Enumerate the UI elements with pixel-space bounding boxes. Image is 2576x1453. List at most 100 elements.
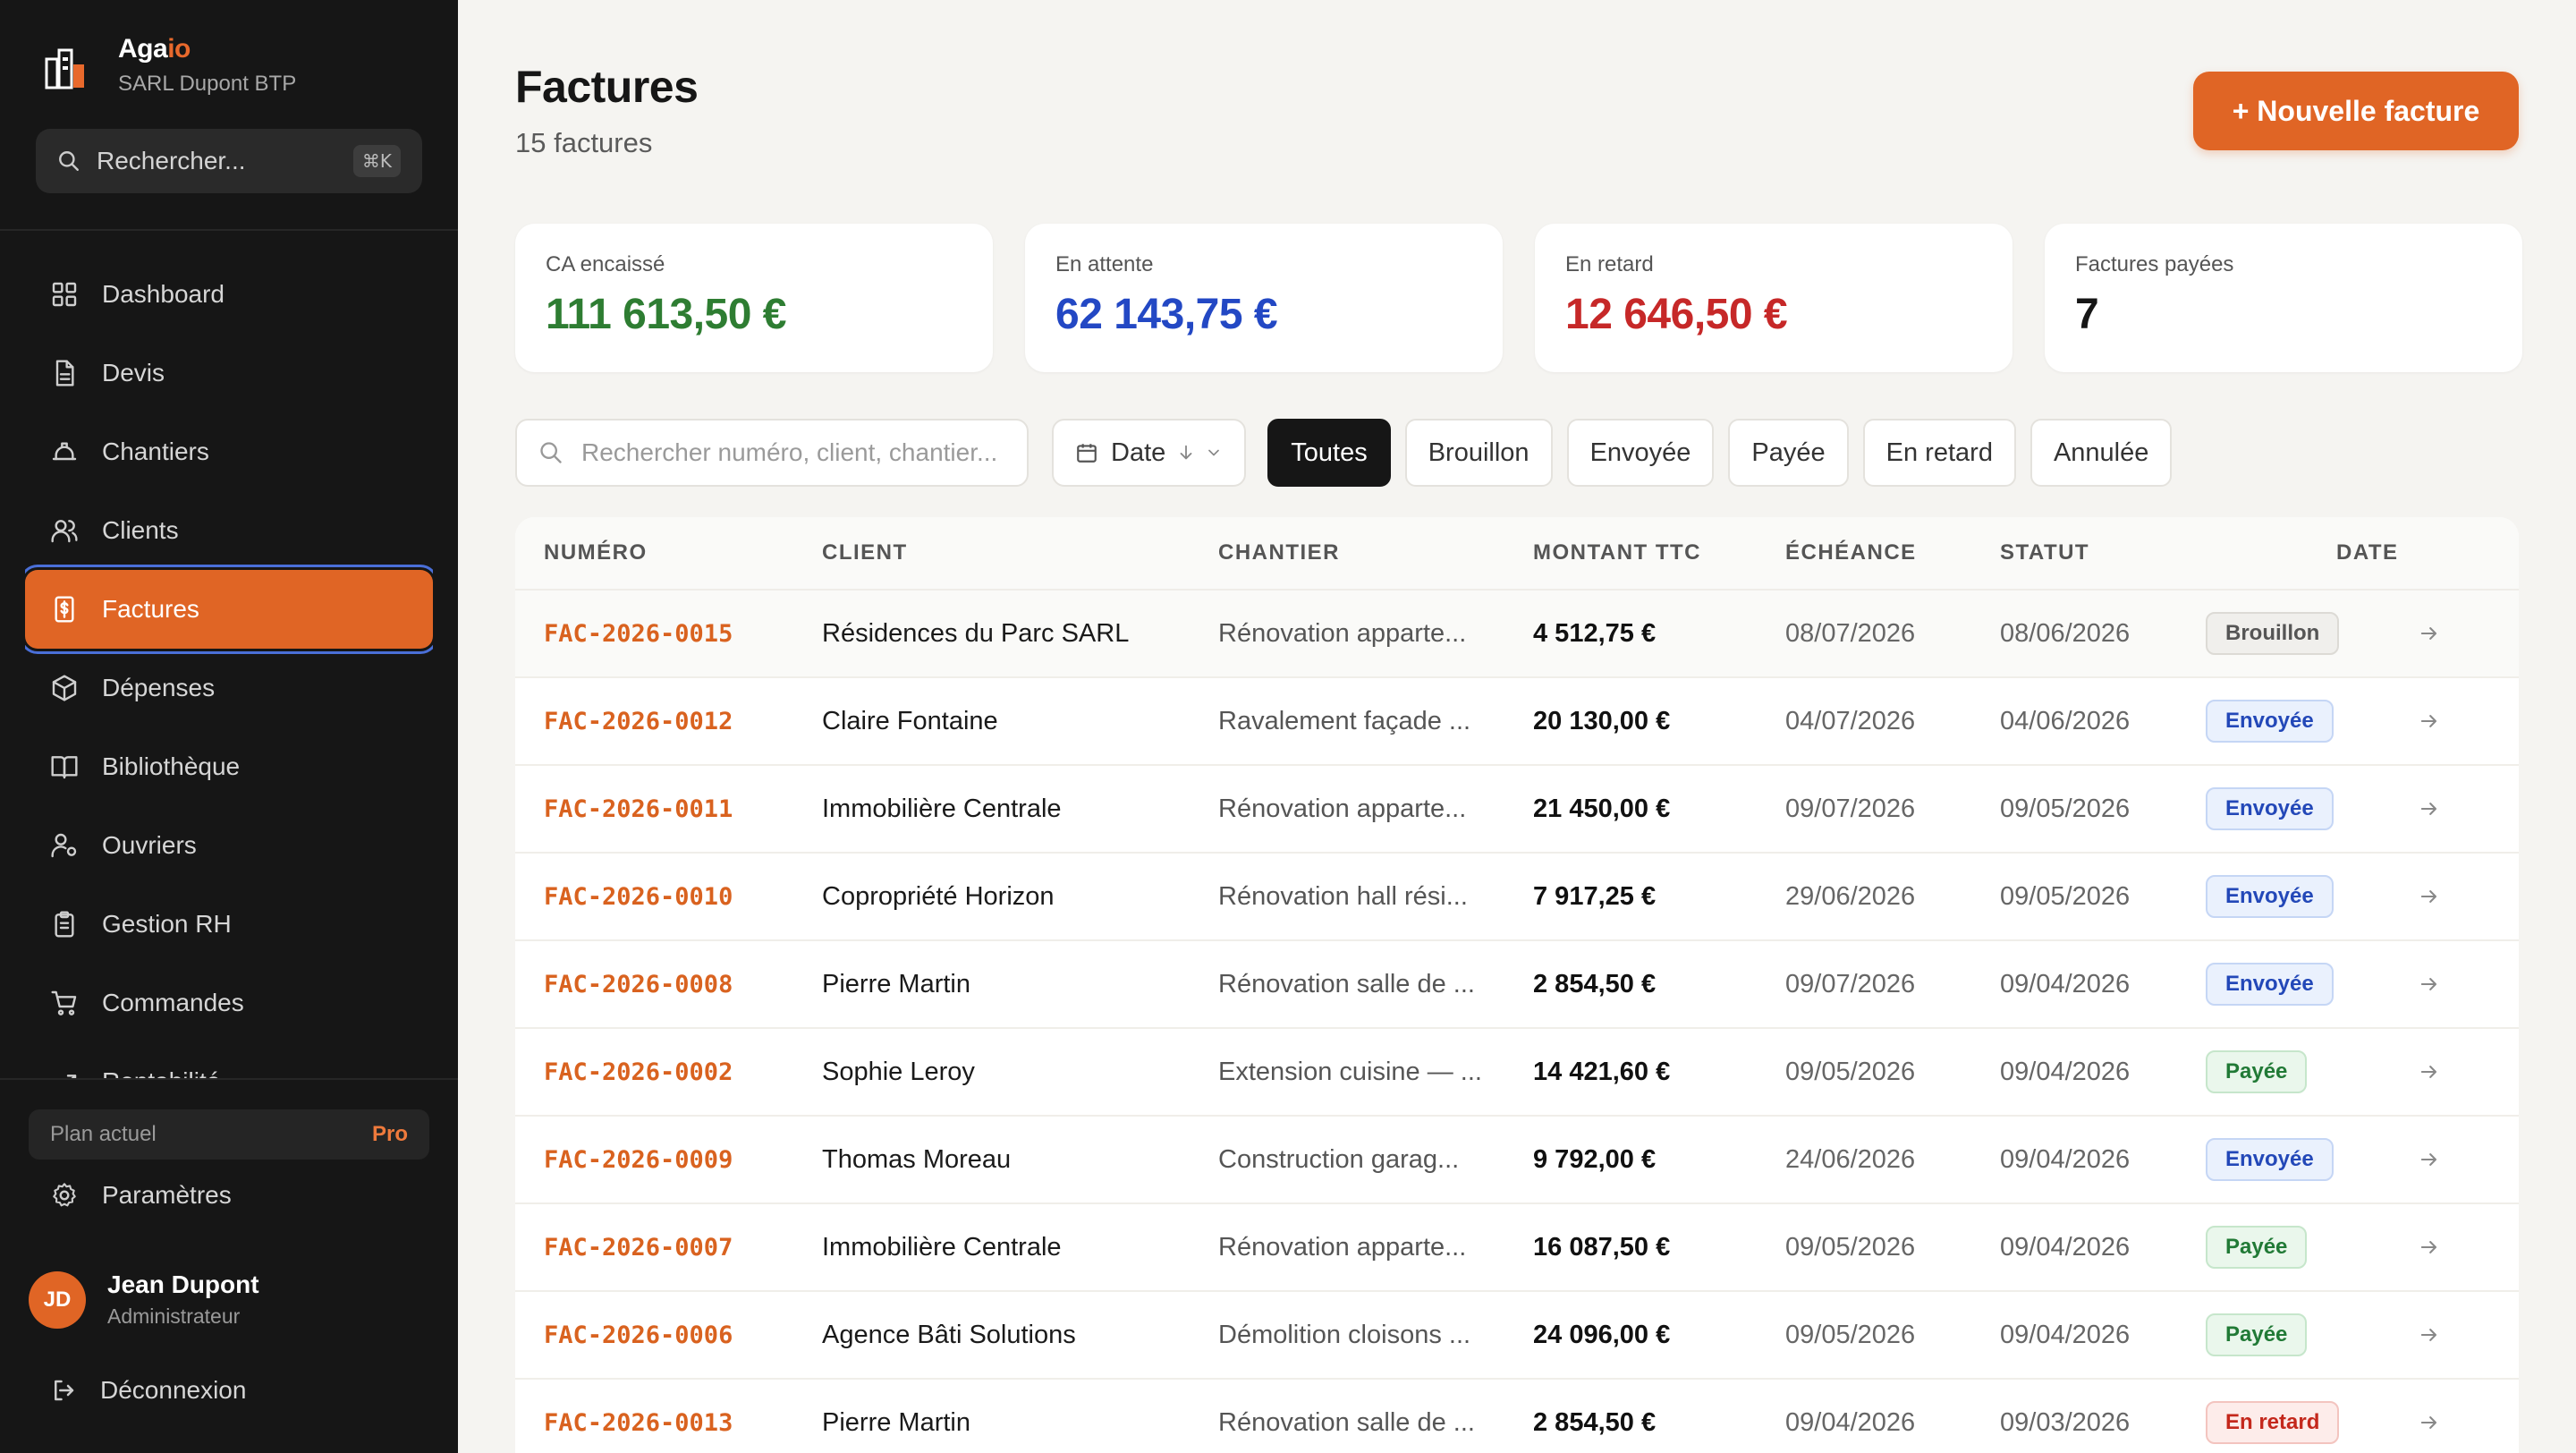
table-row[interactable]: FAC-2026-0009 Thomas Moreau Construction g… xyxy=(515,1117,2519,1204)
sidebar-item-label: Commandes xyxy=(102,989,244,1016)
arrow-right-icon xyxy=(2420,890,2437,903)
table-body: FAC-2026-0015 Résidences du Parc SARL Réno… xyxy=(515,591,2519,1453)
brand[interactable]: Agaio SARL Dupont BTP xyxy=(43,34,296,97)
chantier-name: Construction garag... xyxy=(1218,1144,1460,1174)
column-header[interactable]: MONTANT TTC xyxy=(1533,540,1701,565)
arrow-right-icon xyxy=(2420,715,2437,727)
invoice-date: 09/05/2026 xyxy=(2000,794,2131,823)
sidebar-item-clients[interactable]: Clients xyxy=(25,491,433,570)
table-row[interactable]: FAC-2026-0007 Immobilière Centrale Rénovat… xyxy=(515,1204,2519,1292)
table-row[interactable]: FAC-2026-0015 Résidences du Parc SARL Réno… xyxy=(515,591,2519,678)
divider xyxy=(0,229,458,231)
sidebar-item-rentabilit-[interactable]: Rentabilité xyxy=(25,1042,433,1078)
chantier-name: Rénovation hall rési... xyxy=(1218,881,1468,911)
invoice-search[interactable] xyxy=(515,419,1029,487)
column-header[interactable]: NUMÉRO xyxy=(544,540,648,565)
row-open-button[interactable] xyxy=(2417,1117,2442,1202)
sidebar-item-chantiers[interactable]: Chantiers xyxy=(25,412,433,491)
column-header[interactable]: DATE xyxy=(2336,540,2399,565)
invoice-number[interactable]: FAC-2026-0002 xyxy=(544,1029,733,1115)
invoice-number[interactable]: FAC-2026-0015 xyxy=(544,591,733,676)
table-row[interactable]: FAC-2026-0002 Sophie Leroy Extension cuisi… xyxy=(515,1029,2519,1117)
row-open-button[interactable] xyxy=(2417,1292,2442,1378)
filter-chip[interactable]: Toutes xyxy=(1267,419,1391,487)
amount-ttc: 20 130,00 € xyxy=(1533,706,1671,735)
invoice-number[interactable]: FAC-2026-0007 xyxy=(544,1204,733,1290)
row-open-button[interactable] xyxy=(2417,1380,2442,1453)
user-profile[interactable]: JD Jean Dupont Administrateur xyxy=(29,1270,259,1329)
table-row[interactable]: FAC-2026-0013 Pierre Martin Rénovation sal… xyxy=(515,1380,2519,1453)
sidebar-item-commandes[interactable]: Commandes xyxy=(25,964,433,1042)
sidebar-item-devis[interactable]: Devis xyxy=(25,334,433,412)
client-name: Pierre Martin xyxy=(822,969,970,998)
invoice-number[interactable]: FAC-2026-0013 xyxy=(544,1380,733,1453)
new-invoice-button[interactable]: + Nouvelle facture xyxy=(2193,72,2519,150)
plan-badge[interactable]: Plan actuel Pro xyxy=(29,1109,429,1160)
table-row[interactable]: FAC-2026-0010 Copropriété Horizon Rénovati… xyxy=(515,854,2519,941)
client-name: Immobilière Centrale xyxy=(822,1232,1062,1262)
column-header[interactable]: CHANTIER xyxy=(1218,540,1340,565)
sidebar-item-label: Clients xyxy=(102,516,179,544)
client-name: Résidences du Parc SARL xyxy=(822,618,1130,648)
clipboard-icon xyxy=(55,911,74,938)
row-open-button[interactable] xyxy=(2417,854,2442,939)
invoice-number[interactable]: FAC-2026-0008 xyxy=(544,941,733,1027)
invoice-icon xyxy=(55,596,74,623)
column-header[interactable]: CLIENT xyxy=(822,540,908,565)
invoice-number[interactable]: FAC-2026-0006 xyxy=(544,1292,733,1378)
client-name: Claire Fontaine xyxy=(822,706,998,735)
table-row[interactable]: FAC-2026-0006 Agence Bâti Solutions Démoli… xyxy=(515,1292,2519,1380)
client-name: Immobilière Centrale xyxy=(822,794,1062,823)
row-open-button[interactable] xyxy=(2417,678,2442,764)
sidebar-item-ouvriers[interactable]: Ouvriers xyxy=(25,806,433,885)
filter-chip[interactable]: Brouillon xyxy=(1404,419,1553,487)
settings-link[interactable]: Paramètres xyxy=(50,1181,232,1210)
sidebar-item-biblioth-que[interactable]: Bibliothèque xyxy=(25,727,433,806)
row-open-button[interactable] xyxy=(2417,1029,2442,1115)
filter-chip[interactable]: Annulée xyxy=(2029,419,2173,487)
invoice-number[interactable]: FAC-2026-0009 xyxy=(544,1117,733,1202)
sidebar-search[interactable]: Rechercher... ⌘K xyxy=(36,129,422,193)
invoice-search-input[interactable] xyxy=(581,438,1002,467)
invoice-date: 09/05/2026 xyxy=(2000,881,2131,911)
status-filter-chips: Toutes Brouillon Envoyée Payée En retard Annu… xyxy=(1267,419,2186,487)
sidebar-item-dashboard[interactable]: Dashboard xyxy=(25,255,433,334)
filter-chip[interactable]: En retard xyxy=(1862,419,2016,487)
filter-chip[interactable]: Envoyée xyxy=(1566,419,1715,487)
box-icon xyxy=(52,675,77,701)
arrow-right-icon xyxy=(2420,1329,2437,1341)
invoice-number[interactable]: FAC-2026-0011 xyxy=(544,766,733,852)
building-logo-icon xyxy=(45,48,84,89)
row-open-button[interactable] xyxy=(2417,1204,2442,1290)
invoices-table: NUMÉRO CLIENT CHANTIER MONTANT TTC ÉCHÉANCE S… xyxy=(515,517,2519,1453)
search-icon xyxy=(540,442,562,463)
client-name: Agence Bâti Solutions xyxy=(822,1320,1076,1349)
sidebar-item-factures[interactable]: Factures xyxy=(25,570,433,649)
column-header[interactable]: ÉCHÉANCE xyxy=(1785,540,1917,565)
calendar-icon xyxy=(1077,444,1097,463)
amount-ttc: 24 096,00 € xyxy=(1533,1320,1671,1349)
stat-value: 7 xyxy=(2075,291,2099,338)
arrow-right-icon xyxy=(2420,1416,2437,1429)
arrow-right-icon xyxy=(2420,627,2437,640)
amount-ttc: 2 854,50 € xyxy=(1533,1407,1657,1437)
column-header[interactable]: STATUT xyxy=(2000,540,2089,565)
table-row[interactable]: FAC-2026-0012 Claire Fontaine Ravalement f… xyxy=(515,678,2519,766)
invoice-number[interactable]: FAC-2026-0012 xyxy=(544,678,733,764)
row-open-button[interactable] xyxy=(2417,766,2442,852)
status-badge: En retard xyxy=(2206,1401,2340,1444)
invoice-date: 08/06/2026 xyxy=(2000,618,2131,648)
table-row[interactable]: FAC-2026-0011 Immobilière Centrale Rénovat… xyxy=(515,766,2519,854)
date-sort-button[interactable]: Date xyxy=(1052,419,1247,487)
sidebar-item-d-penses[interactable]: Dépenses xyxy=(25,649,433,727)
row-open-button[interactable] xyxy=(2417,941,2442,1027)
amount-ttc: 4 512,75 € xyxy=(1533,618,1657,648)
sidebar-item-gestion-rh[interactable]: Gestion RH xyxy=(25,885,433,964)
row-open-button[interactable] xyxy=(2417,591,2442,676)
table-row[interactable]: FAC-2026-0008 Pierre Martin Rénovation sal… xyxy=(515,941,2519,1029)
invoice-number[interactable]: FAC-2026-0010 xyxy=(544,854,733,939)
logout-link[interactable]: Déconnexion xyxy=(50,1376,246,1405)
chantier-name: Rénovation apparte... xyxy=(1218,1232,1467,1262)
filter-chip[interactable]: Payée xyxy=(1728,419,1849,487)
avatar: JD xyxy=(29,1270,86,1329)
